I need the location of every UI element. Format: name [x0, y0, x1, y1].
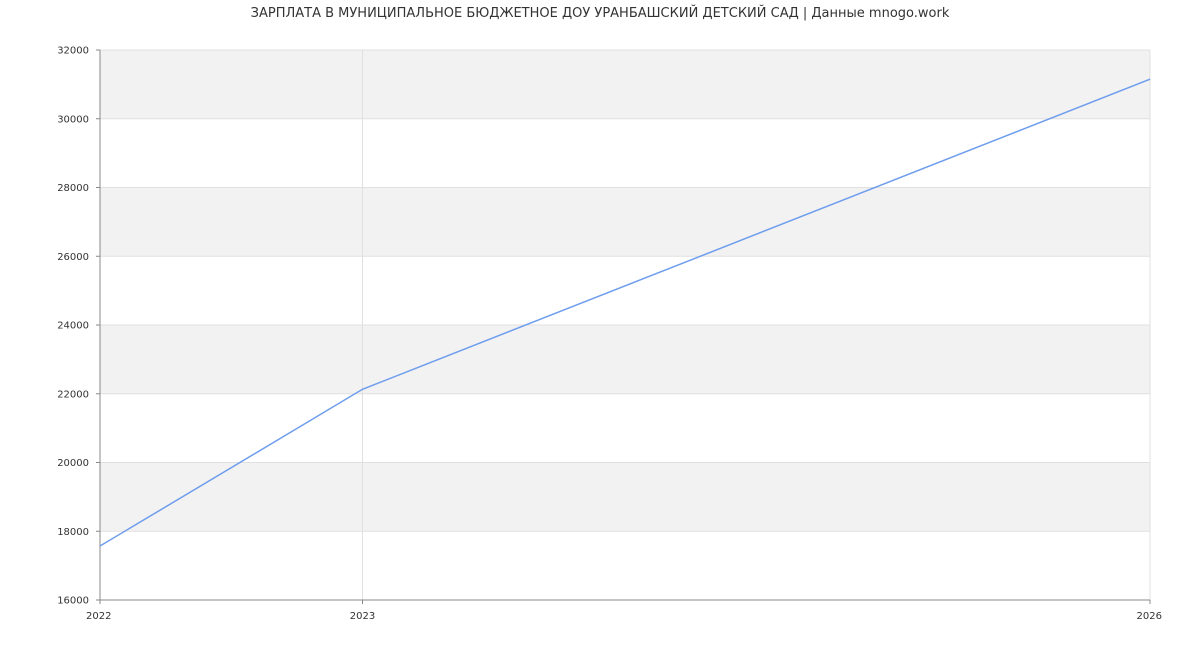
- grid-band: [100, 187, 1150, 257]
- y-tick-label: 30000: [57, 114, 89, 125]
- x-axis-ticks: 2022 2023 2026: [86, 600, 1162, 622]
- y-tick-label: 28000: [57, 183, 89, 194]
- x-tick-label: 2022: [86, 611, 111, 622]
- y-tick-label: 16000: [57, 596, 89, 607]
- grid-band: [100, 462, 1150, 532]
- y-axis-ticks: 16000 18000 20000 22000 24000 26000 28000 30000…: [57, 46, 100, 607]
- line-chart: 16000 18000 20000 22000 24000 26000 28000 30000…: [57, 46, 1162, 623]
- grid-band: [100, 50, 1150, 119]
- chart-container: ЗАРПЛАТА В МУНИЦИПАЛЬНОЕ БЮДЖЕТНОЕ ДОУ У…: [0, 0, 1200, 650]
- y-tick-label: 24000: [57, 321, 89, 332]
- y-tick-label: 18000: [57, 527, 89, 538]
- y-tick-label: 22000: [57, 389, 89, 400]
- y-tick-label: 26000: [57, 252, 89, 263]
- y-tick-label: 32000: [57, 46, 89, 57]
- x-tick-label: 2023: [350, 611, 375, 622]
- x-tick-label: 2026: [1137, 611, 1162, 622]
- grid-bands: [100, 50, 1150, 532]
- y-tick-label: 20000: [57, 458, 89, 469]
- grid-band: [100, 325, 1150, 394]
